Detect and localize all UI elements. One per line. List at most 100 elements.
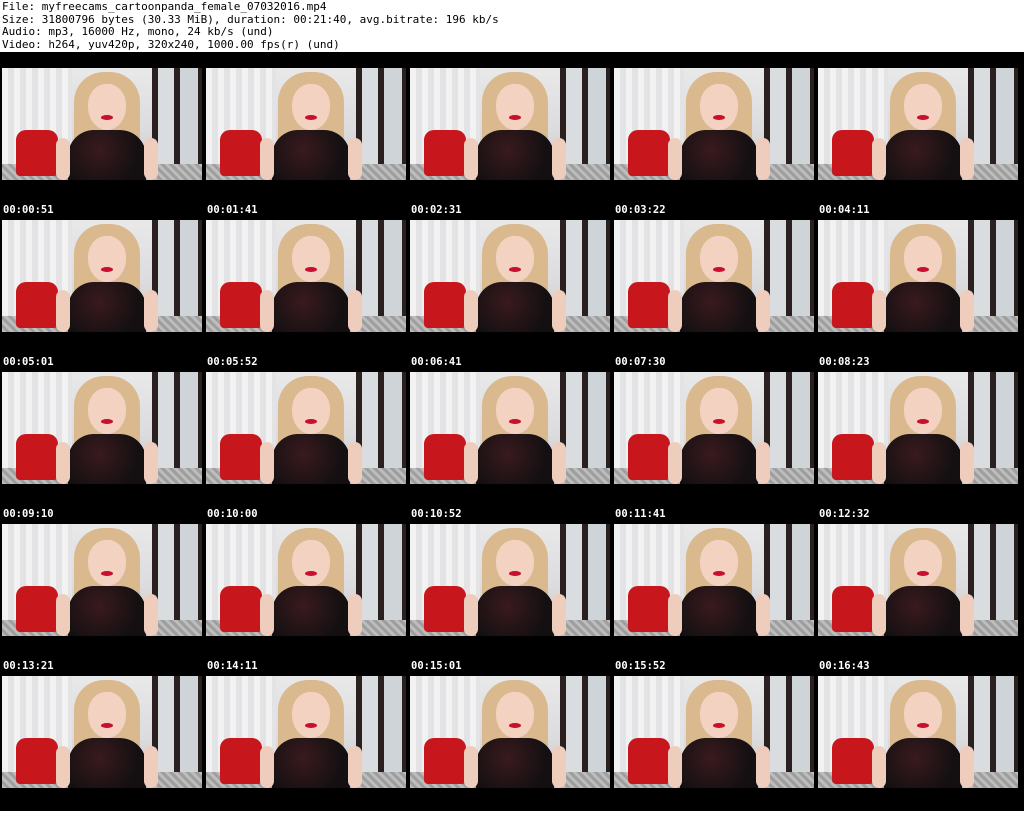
torso xyxy=(68,738,146,788)
face xyxy=(496,692,534,738)
torso xyxy=(884,130,962,180)
frame-cell: 00:19:12 xyxy=(408,676,610,828)
frame-timestamp: 00:17:31 xyxy=(3,812,54,824)
red-chair xyxy=(16,282,58,328)
torso xyxy=(476,586,554,636)
left-arm xyxy=(56,746,70,788)
audio-info-line: Audio: mp3, 16000 Hz, mono, 24 kb/s (und… xyxy=(2,25,274,39)
frame-thumbnail xyxy=(614,68,814,180)
frame-thumbnail xyxy=(410,524,610,636)
frame-cell: 00:10:52 xyxy=(408,372,610,524)
left-arm xyxy=(260,138,274,180)
frame-timestamp: 00:11:41 xyxy=(615,508,666,520)
face xyxy=(700,540,738,586)
face xyxy=(700,692,738,738)
lips xyxy=(917,267,929,272)
frame-timestamp: 00:06:41 xyxy=(411,356,462,368)
lips xyxy=(509,571,521,576)
right-arm xyxy=(960,138,974,180)
frame-timestamp: 00:03:22 xyxy=(615,204,666,216)
face xyxy=(496,84,534,130)
torso xyxy=(884,282,962,332)
file-info-header: File: myfreecams_cartoonpanda_female_070… xyxy=(0,0,1024,52)
frame-cell: 00:07:30 xyxy=(612,220,814,372)
frame-thumbnail xyxy=(206,676,406,788)
frame-thumbnail xyxy=(818,220,1018,332)
torso xyxy=(272,282,350,332)
frame-cell: 00:09:10 xyxy=(0,372,202,524)
frame-cell: 00:01:41 xyxy=(204,68,406,220)
right-arm xyxy=(144,746,158,788)
frame-thumbnail xyxy=(818,372,1018,484)
frame-thumbnail xyxy=(2,220,202,332)
left-arm xyxy=(56,594,70,636)
red-chair xyxy=(832,738,874,784)
torso xyxy=(272,434,350,484)
frame-thumbnail xyxy=(206,524,406,636)
right-arm xyxy=(960,746,974,788)
frame-timestamp: 00:20:52 xyxy=(819,812,870,824)
lips xyxy=(713,267,725,272)
lips xyxy=(509,723,521,728)
frame-cell: 00:00:51 xyxy=(0,68,202,220)
face xyxy=(292,84,330,130)
frame-cell: 00:17:31 xyxy=(0,676,202,828)
lips xyxy=(713,419,725,424)
right-arm xyxy=(960,290,974,332)
right-arm xyxy=(348,290,362,332)
frame-thumbnail xyxy=(614,220,814,332)
lips xyxy=(713,723,725,728)
left-arm xyxy=(464,746,478,788)
left-arm xyxy=(56,442,70,484)
frame-timestamp: 00:09:10 xyxy=(3,508,54,520)
frame-timestamp: 00:18:22 xyxy=(207,812,258,824)
face xyxy=(292,692,330,738)
torso xyxy=(68,282,146,332)
frame-thumbnail xyxy=(206,220,406,332)
frame-timestamp: 00:00:51 xyxy=(3,204,54,216)
frame-timestamp: 00:14:11 xyxy=(207,660,258,672)
frame-cell: 00:20:52 xyxy=(816,676,1018,828)
torso xyxy=(68,434,146,484)
left-arm xyxy=(668,290,682,332)
face xyxy=(904,540,942,586)
frame-timestamp: 00:05:01 xyxy=(3,356,54,368)
frame-thumbnail xyxy=(818,676,1018,788)
left-arm xyxy=(260,442,274,484)
red-chair xyxy=(832,282,874,328)
right-arm xyxy=(756,290,770,332)
left-arm xyxy=(668,746,682,788)
frame-thumbnail xyxy=(410,372,610,484)
lips xyxy=(713,571,725,576)
red-chair xyxy=(628,434,670,480)
red-chair xyxy=(628,282,670,328)
torso xyxy=(680,586,758,636)
lips xyxy=(305,267,317,272)
left-arm xyxy=(56,290,70,332)
frame-thumbnail xyxy=(818,68,1018,180)
left-arm xyxy=(668,138,682,180)
face xyxy=(88,388,126,434)
frame-timestamp: 00:19:12 xyxy=(411,812,462,824)
lips xyxy=(509,115,521,120)
lips xyxy=(917,419,929,424)
lips xyxy=(305,571,317,576)
torso xyxy=(272,586,350,636)
frame-thumbnail xyxy=(206,372,406,484)
lips xyxy=(305,419,317,424)
frame-timestamp: 00:12:32 xyxy=(819,508,870,520)
red-chair xyxy=(220,282,262,328)
left-arm xyxy=(464,594,478,636)
torso xyxy=(68,586,146,636)
left-arm xyxy=(56,138,70,180)
torso xyxy=(476,434,554,484)
torso xyxy=(884,738,962,788)
frame-thumbnail xyxy=(2,68,202,180)
lips xyxy=(917,115,929,120)
torso xyxy=(680,282,758,332)
torso xyxy=(680,738,758,788)
face xyxy=(700,84,738,130)
right-arm xyxy=(144,594,158,636)
right-arm xyxy=(756,594,770,636)
right-arm xyxy=(348,138,362,180)
